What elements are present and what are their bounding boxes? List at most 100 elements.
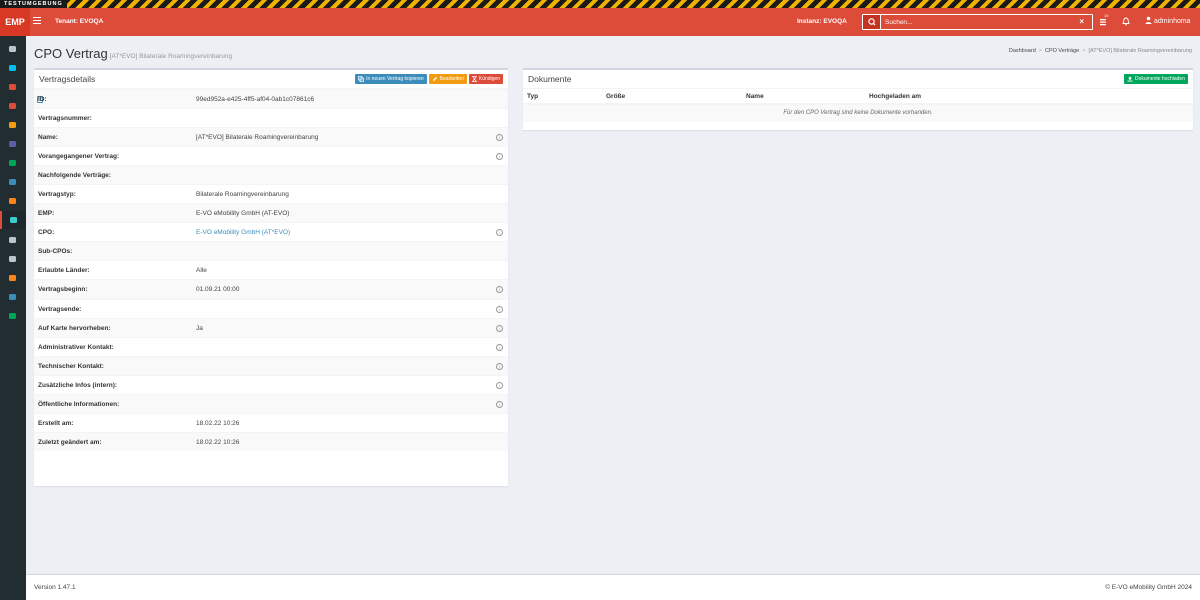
sidebar-item-car[interactable] <box>7 234 18 245</box>
info-icon[interactable]: i <box>496 229 503 237</box>
pencil-icon <box>432 77 437 81</box>
info-icon[interactable]: i <box>496 134 503 142</box>
test-environment-label: TESTUMGEBUNG <box>0 0 67 8</box>
app-version: Version 1.47.1 <box>34 584 76 591</box>
edit-button[interactable]: Bearbeiten <box>428 74 467 84</box>
documents-empty-message: Für den CPO Vertrag sind keine Dokumente… <box>523 105 1193 122</box>
sidebar-item-plug[interactable] <box>7 81 18 92</box>
info-icon[interactable]: i <box>496 153 503 161</box>
list-icon <box>9 255 16 262</box>
sidebar-item-card[interactable] <box>7 100 18 111</box>
info-icon[interactable]: i <box>496 343 503 351</box>
details-table: ID: 99ed952a-e425-4ff5-af04-0ab1c07861c6 V… <box>34 89 508 451</box>
car-icon <box>9 236 16 243</box>
brand-logo[interactable]: EMP <box>0 8 30 36</box>
detail-label: Auf Karte hervorheben: <box>38 324 111 332</box>
detail-row: Vertragsbeginn: 01.09.21 00:00 i <box>34 279 508 299</box>
bell-icon <box>1122 17 1130 26</box>
sidebar-item-users[interactable] <box>7 62 18 73</box>
map-icon <box>9 198 16 205</box>
instance-label[interactable]: Instanz: EVOQA <box>797 8 847 36</box>
hourglass-icon <box>471 76 477 82</box>
info-icon[interactable]: i <box>496 400 503 408</box>
breadcrumb: Dashboard > CPO Verträge > [AT*EVO] Bilatera… <box>1008 48 1192 54</box>
copy-icon <box>358 76 364 82</box>
info-icon[interactable]: i <box>496 381 503 389</box>
menu-toggle-icon[interactable] <box>33 17 41 25</box>
notifications-button[interactable] <box>1122 14 1130 30</box>
column-type[interactable]: Typ <box>527 89 538 105</box>
footer: Version 1.47.1 © E-VO eMobility GmbH 202… <box>26 574 1200 600</box>
toggle-icon <box>9 179 16 186</box>
sidebar-item-dashboard[interactable] <box>7 43 18 54</box>
search-button[interactable] <box>863 15 881 29</box>
contract-details-box: Vertragsdetails In neuen Vertrag kopiere… <box>34 68 508 486</box>
detail-label: EMP: <box>38 210 55 218</box>
sidebar-item-list[interactable] <box>7 253 18 264</box>
sidebar-item-toggle[interactable] <box>7 177 18 188</box>
breadcrumb-cpo-contracts[interactable]: CPO Verträge <box>1045 48 1079 54</box>
detail-row: Name: [AT*EVO] Bilaterale Roamingvereinba… <box>34 127 508 147</box>
detail-label: Vertragstyp: <box>38 191 76 199</box>
group-icon <box>9 274 16 281</box>
detail-row: Erstellt am: 18.02.22 10:26 <box>34 412 508 432</box>
upload-documents-button[interactable]: Dokumente hochladen <box>1123 74 1188 84</box>
detail-label: Erlaubte Länder: <box>38 267 90 275</box>
sidebar-item-user[interactable] <box>7 291 18 302</box>
euro-icon <box>9 121 16 128</box>
detail-row: Nachfolgende Verträge: <box>34 165 508 185</box>
search-icon <box>868 18 876 26</box>
terminate-button[interactable]: Kündigen <box>468 74 503 84</box>
detail-label: Zusätzliche Infos (intern): <box>38 381 118 389</box>
detail-value: 18.02.22 10:26 <box>196 438 240 446</box>
tasks-button[interactable]: 10 <box>1099 13 1108 30</box>
detail-value: 99ed952a-e425-4ff5-af04-0ab1c07861c6 <box>196 96 315 103</box>
detail-row: Technischer Kontakt: i <box>34 355 508 375</box>
contract-details-title: Vertragsdetails <box>39 74 96 84</box>
tenant-label[interactable]: Tenant: EVOQA <box>55 8 103 36</box>
detail-row: CPO: E-VO eMobility GmbH (AT*EVO) i <box>34 222 508 241</box>
sidebar <box>0 36 26 600</box>
detail-row: Vertragstyp: Bilaterale Roamingvereinbaru… <box>34 184 508 203</box>
info-icon[interactable]: i <box>496 286 503 294</box>
detail-label: Vorangegangener Vertrag: <box>38 153 120 161</box>
clear-search-icon[interactable]: × <box>1079 17 1084 26</box>
detail-label: Zuletzt geändert am: <box>38 438 102 446</box>
sidebar-item-calculator[interactable] <box>7 139 18 150</box>
test-environment-banner: TESTUMGEBUNG <box>0 0 1200 8</box>
top-navbar: EMP Tenant: EVOQA Instanz: EVOQA × 10 ad… <box>0 8 1200 36</box>
info-icon[interactable]: i <box>496 324 503 332</box>
info-icon[interactable]: i <box>496 305 503 313</box>
page-subtitle: [AT*EVO] Bilaterale Roamingvereinbarung <box>109 53 233 60</box>
detail-label: Vertragsbeginn: <box>38 286 88 294</box>
sidebar-item-euro[interactable] <box>7 119 18 130</box>
column-uploaded-at[interactable]: Hochgeladen am <box>869 89 921 105</box>
detail-label: Vertragsnummer: <box>38 115 92 123</box>
sidebar-item-group[interactable] <box>7 272 18 283</box>
column-size[interactable]: Größe <box>606 89 625 105</box>
detail-row: Sub-CPOs: <box>34 241 508 261</box>
calculator-icon <box>9 141 16 147</box>
detail-label: Sub-CPOs: <box>38 248 73 256</box>
user-menu[interactable]: adminhoma <box>1145 8 1191 36</box>
detail-link[interactable]: E-VO eMobility GmbH (AT*EVO) <box>196 223 290 242</box>
detail-label: Erstellt am: <box>38 419 74 427</box>
column-name[interactable]: Name <box>746 89 764 105</box>
breadcrumb-current: [AT*EVO] Bilaterale Roamingvereinbarung <box>1088 48 1192 54</box>
breadcrumb-dashboard[interactable]: Dashboard <box>1009 48 1036 54</box>
sidebar-item-money[interactable] <box>7 158 18 169</box>
sidebar-item-map[interactable] <box>7 196 18 207</box>
info-icon[interactable]: i <box>496 362 503 370</box>
detail-label: Administrativer Kontakt: <box>38 343 114 351</box>
sidebar-item-leaf[interactable] <box>7 310 18 321</box>
detail-label: Vertragsende: <box>38 305 82 313</box>
detail-row: Zuletzt geändert am: 18.02.22 10:26 <box>34 431 508 451</box>
detail-label: ID: <box>38 96 47 103</box>
search-input[interactable] <box>885 16 1065 28</box>
upload-icon <box>1127 76 1133 82</box>
sidebar-item-handshake[interactable] <box>0 210 26 229</box>
copy-to-new-contract-button[interactable]: In neuen Vertrag kopieren <box>355 74 427 84</box>
detail-label: Name: <box>38 134 58 142</box>
main-content: CPO Vertrag [AT*EVO] Bilaterale Roamingve… <box>26 36 1200 574</box>
detail-value: E-VO eMobility GmbH (AT-EVO) <box>196 210 290 218</box>
